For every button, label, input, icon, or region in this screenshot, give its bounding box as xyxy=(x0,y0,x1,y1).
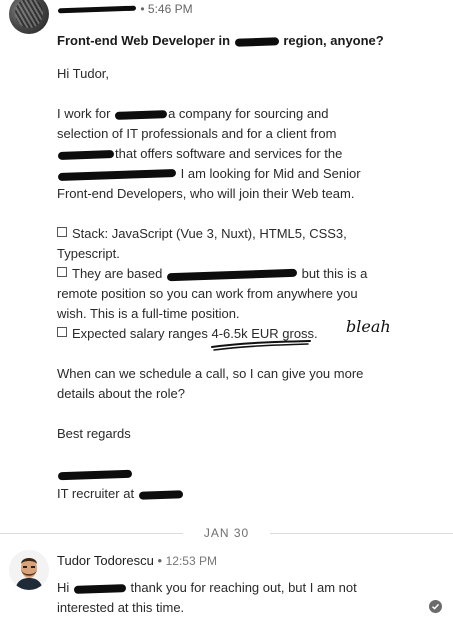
date-divider-label: JAN 30 xyxy=(203,526,250,540)
message-reply: Tudor Todorescu • 12:53 PM Hi thank you … xyxy=(0,548,453,628)
message-thread: • 5:46 PM Front-end Web Developer in reg… xyxy=(0,0,453,628)
stack-line: Stack: JavaScript (Vue 3, Nuxt), HTML5, … xyxy=(72,226,347,241)
greeting: Hi Tudor, xyxy=(57,66,110,81)
redacted-industry xyxy=(57,168,177,181)
date-divider: JAN 30 xyxy=(0,524,453,544)
underline-scribble xyxy=(211,340,311,351)
checkbox-glyph-icon xyxy=(57,267,67,277)
signature-title: IT recruiter at xyxy=(57,486,135,501)
checkbox-glyph-icon xyxy=(57,327,67,337)
sender-name-redacted[interactable] xyxy=(57,2,137,16)
checkbox-glyph-icon xyxy=(57,227,67,237)
sender-avatar[interactable] xyxy=(9,0,49,34)
redacted-recipient-name xyxy=(73,583,127,594)
handwritten-note: bleah xyxy=(346,317,391,336)
person-avatar-icon xyxy=(9,550,49,590)
check-circle-icon xyxy=(429,600,442,613)
redacted-country xyxy=(57,149,115,160)
message-time: 12:53 PM xyxy=(165,554,217,568)
closing: Best regards xyxy=(57,426,131,441)
message-time: 5:46 PM xyxy=(147,2,193,16)
message-header: • 5:46 PM xyxy=(57,2,193,16)
sender-name[interactable]: Tudor Todorescu xyxy=(57,553,154,568)
message-subject: Front-end Web Developer in region, anyon… xyxy=(57,33,384,48)
redacted-company xyxy=(138,489,183,500)
stack-line-2: Typescript. xyxy=(57,246,120,261)
message-header: Tudor Todorescu • 12:53 PM xyxy=(57,553,217,568)
redacted-company xyxy=(114,109,168,120)
redacted-location xyxy=(166,268,298,281)
redacted-region xyxy=(234,36,279,47)
sender-avatar[interactable] xyxy=(9,550,49,590)
message-body: Hi thank you for reaching out, but I am … xyxy=(57,580,357,615)
message-body: Hi Tudor, I work for a company for sourc… xyxy=(57,64,397,504)
redacted-signature-name xyxy=(57,469,133,480)
